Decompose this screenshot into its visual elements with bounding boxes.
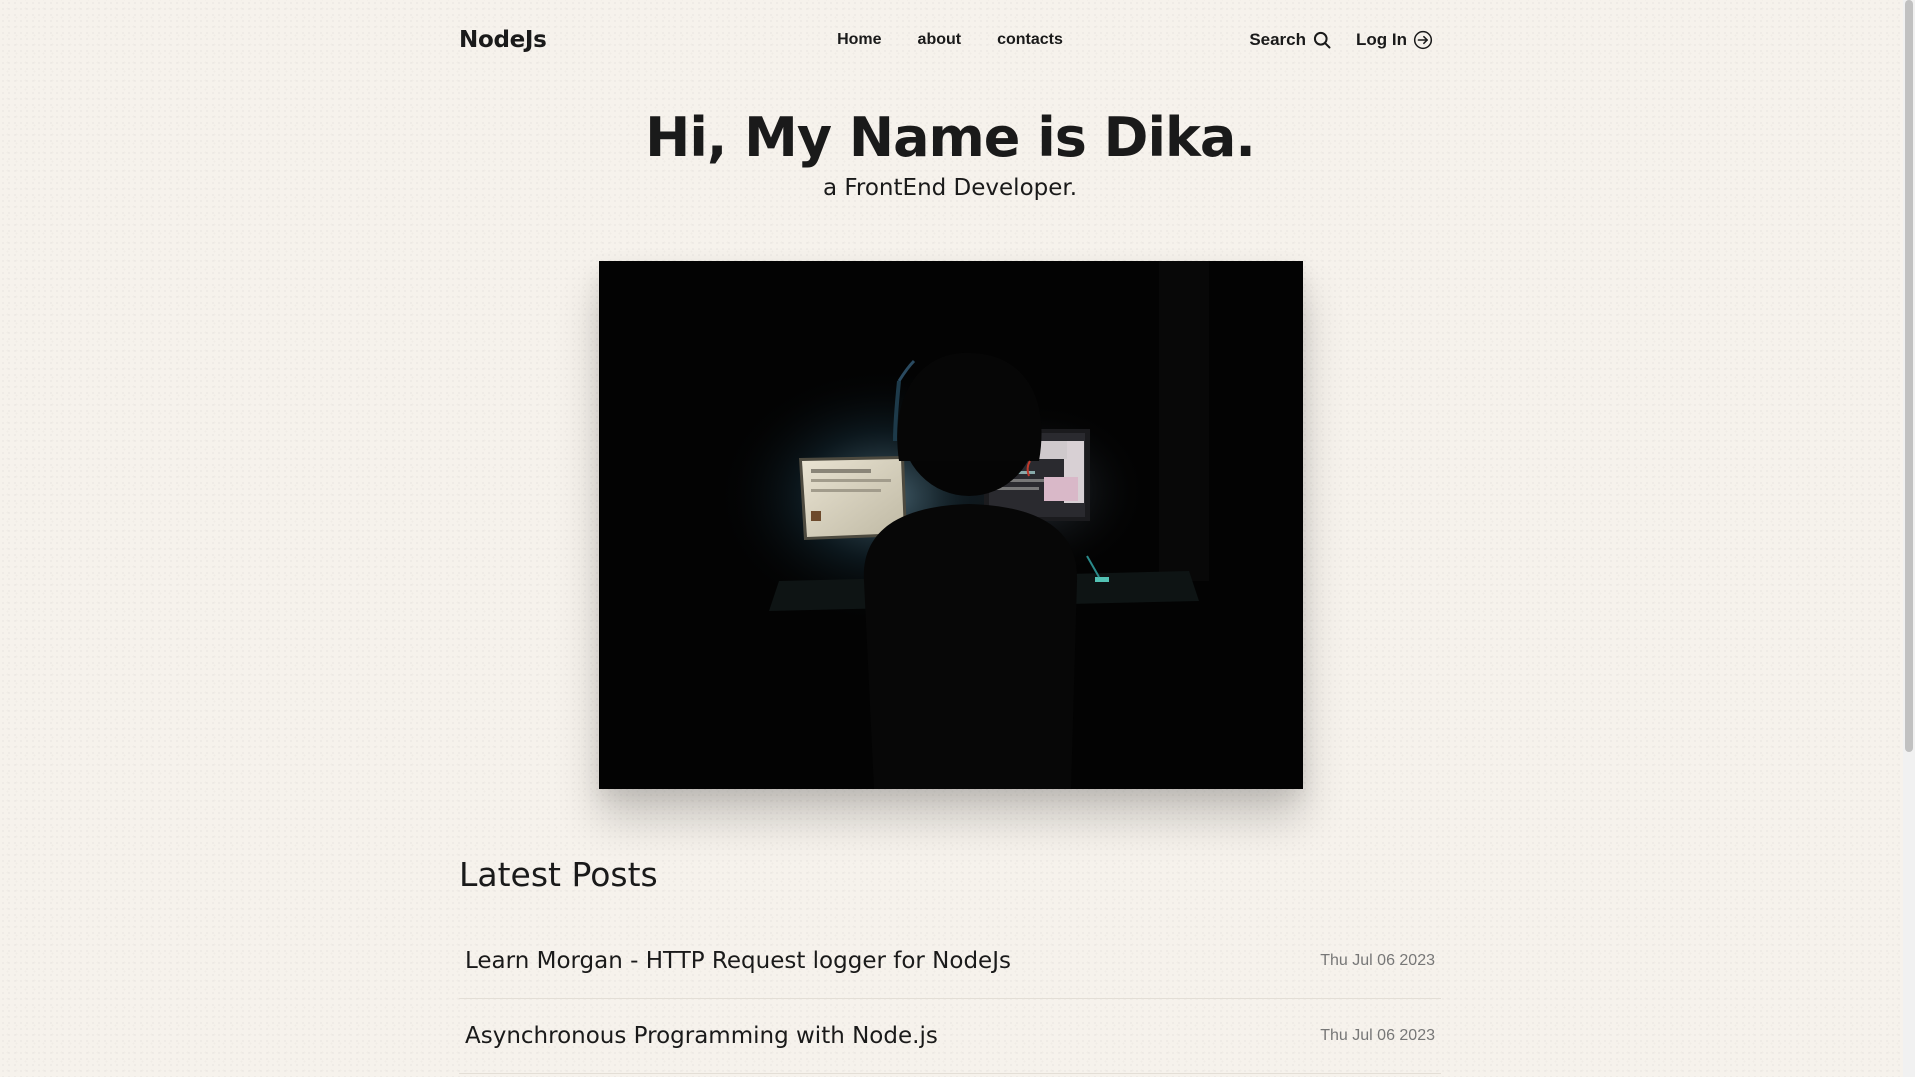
hero-photo <box>599 261 1303 789</box>
scrollbar-thumb[interactable] <box>1905 0 1913 752</box>
login-button[interactable]: Log In <box>1356 30 1433 50</box>
post-date: Thu Jul 06 2023 <box>1320 1027 1435 1044</box>
post-link[interactable]: Asynchronous Programming with Node.js <box>465 1023 938 1049</box>
nav-about[interactable]: about <box>918 31 962 49</box>
developer-at-desk-photo <box>599 261 1303 789</box>
hero-title: Hi, My Name is Dika. <box>645 106 1256 169</box>
page-scrollbar[interactable] <box>1903 0 1915 1077</box>
hero-section: Hi, My Name is Dika. a FrontEnd Develope… <box>459 106 1441 201</box>
header-actions: Search Log In <box>1249 30 1433 50</box>
login-label: Log In <box>1356 30 1407 49</box>
login-arrow-icon <box>1413 30 1433 50</box>
site-logo[interactable]: NodeJs <box>459 27 547 53</box>
nav-contacts[interactable]: contacts <box>997 31 1063 49</box>
post-link[interactable]: Learn Morgan - HTTP Request logger for N… <box>465 948 1011 974</box>
list-item: Asynchronous Programming with Node.js Th… <box>459 999 1441 1074</box>
latest-posts-heading: Latest Posts <box>459 855 658 894</box>
hero-subtitle: a FrontEnd Developer. <box>822 174 1078 201</box>
list-item: Learn Morgan - HTTP Request logger for N… <box>459 924 1441 999</box>
page-container: NodeJs Home about contacts Search Log In <box>459 0 1441 1074</box>
post-date: Thu Jul 06 2023 <box>1320 952 1435 969</box>
latest-posts-section: Latest Posts Learn Morgan - HTTP Request… <box>459 855 1441 1074</box>
search-button[interactable]: Search <box>1249 30 1332 50</box>
search-label: Search <box>1249 30 1307 49</box>
site-header: NodeJs Home about contacts Search Log In <box>459 0 1441 80</box>
search-icon <box>1313 31 1331 49</box>
posts-list: Learn Morgan - HTTP Request logger for N… <box>459 924 1441 1074</box>
nav-home[interactable]: Home <box>837 31 881 49</box>
